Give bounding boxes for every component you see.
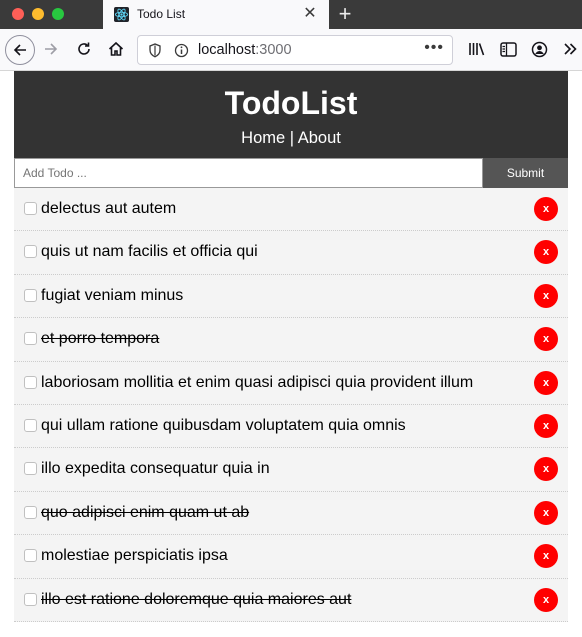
- todo-item: illo expedita consequatur quia in x: [14, 448, 568, 492]
- todo-checkbox[interactable]: [24, 549, 37, 563]
- todo-checkbox[interactable]: [24, 418, 37, 432]
- back-button[interactable]: [5, 35, 35, 65]
- todo-checkbox[interactable]: [24, 332, 37, 346]
- delete-todo-button[interactable]: x: [534, 370, 558, 395]
- url-bar[interactable]: localhost:3000 •••: [137, 35, 453, 65]
- info-icon[interactable]: [174, 43, 189, 58]
- todo-checkbox[interactable]: [24, 462, 37, 476]
- todo-item: quis ut nam facilis et officia qui x: [14, 231, 568, 275]
- add-todo-form: Submit: [14, 158, 568, 188]
- todo-item: et porro tempora x: [14, 318, 568, 362]
- nav-link-about[interactable]: About: [298, 129, 341, 147]
- delete-todo-button[interactable]: x: [534, 544, 558, 569]
- arrow-left-icon: [13, 44, 26, 56]
- add-todo-input[interactable]: [14, 158, 483, 188]
- todo-item: molestiae perspiciatis ipsa x: [14, 535, 568, 579]
- chevron-double-right-icon: [564, 43, 577, 55]
- app-title: TodoList: [224, 85, 358, 121]
- delete-todo-button[interactable]: x: [534, 500, 558, 525]
- todo-item: quo adipisci enim quam ut ab x: [14, 491, 568, 536]
- todo-title: et porro tempora: [41, 330, 160, 348]
- todo-checkbox[interactable]: [24, 202, 37, 215]
- delete-todo-button[interactable]: x: [534, 457, 558, 482]
- overflow-menu-button[interactable]: [556, 35, 582, 63]
- todo-title: laboriosam mollitia et enim quasi adipis…: [41, 373, 474, 391]
- tab-close-icon[interactable]: ✕: [301, 4, 319, 24]
- todo-title: quo adipisci enim quam ut ab: [41, 503, 250, 521]
- todo-checkbox[interactable]: [24, 245, 37, 259]
- todo-checkbox[interactable]: [24, 288, 37, 302]
- todo-item: qui ullam ratione quibusdam voluptatem q…: [14, 404, 568, 449]
- account-icon: [531, 41, 547, 57]
- delete-todo-button[interactable]: x: [534, 587, 558, 612]
- todo-item: fugiat veniam minus x: [14, 274, 568, 319]
- delete-todo-button[interactable]: x: [534, 283, 558, 308]
- browser-titlebar: Todo List ✕ +: [0, 0, 582, 29]
- sidebar-icon: [499, 41, 517, 57]
- url-text: localhost:3000: [198, 42, 292, 58]
- maximize-window-button[interactable]: [52, 8, 64, 20]
- url-host: localhost: [198, 42, 256, 58]
- forward-button[interactable]: [37, 35, 65, 63]
- header-nav: Home | About: [14, 128, 568, 148]
- todo-checkbox[interactable]: [24, 505, 37, 519]
- page-actions-menu-icon[interactable]: •••: [424, 39, 444, 57]
- library-button[interactable]: [463, 35, 491, 63]
- submit-button[interactable]: Submit: [483, 158, 568, 188]
- arrow-right-icon: [45, 43, 58, 55]
- todo-item: laboriosam mollitia et enim quasi adipis…: [14, 361, 568, 405]
- url-port: :3000: [255, 42, 292, 58]
- library-icon: [469, 43, 485, 56]
- reload-button[interactable]: [70, 35, 98, 63]
- nav-link-home[interactable]: Home: [241, 129, 285, 147]
- close-window-button[interactable]: [12, 8, 24, 20]
- new-tab-button[interactable]: +: [334, 2, 356, 26]
- nav-separator: |: [285, 129, 298, 147]
- todo-title: fugiat veniam minus: [41, 286, 184, 304]
- browser-toolbar: localhost:3000 •••: [0, 29, 582, 71]
- minimize-window-button[interactable]: [32, 8, 44, 20]
- delete-todo-button[interactable]: x: [534, 327, 558, 352]
- reload-icon: [78, 42, 90, 55]
- react-icon: [114, 7, 129, 22]
- delete-todo-button[interactable]: x: [534, 197, 558, 221]
- app-header: TodoList Home | About: [14, 71, 568, 158]
- todo-checkbox[interactable]: [24, 375, 37, 389]
- account-button[interactable]: [525, 35, 553, 63]
- browser-tab[interactable]: Todo List ✕: [103, 0, 329, 29]
- todo-title: molestiae perspiciatis ipsa: [41, 547, 228, 565]
- todo-item: delectus aut autem x: [14, 188, 568, 232]
- tab-title: Todo List: [137, 7, 186, 21]
- todo-title: illo est ratione doloremque quia maiores…: [41, 590, 352, 608]
- home-button[interactable]: [102, 35, 130, 63]
- todo-title: illo expedita consequatur quia in: [41, 460, 270, 478]
- todo-title: delectus aut autem: [41, 200, 177, 217]
- todo-title: quis ut nam facilis et officia qui: [41, 243, 258, 261]
- todo-title: qui ullam ratione quibusdam voluptatem q…: [41, 416, 406, 434]
- todo-checkbox[interactable]: [24, 592, 37, 606]
- todo-list: delectus aut autem x quis ut nam facilis e…: [14, 188, 568, 622]
- page-content: TodoList Home | About Submit delectus au…: [14, 71, 568, 622]
- shield-icon[interactable]: [148, 43, 162, 58]
- delete-todo-button[interactable]: x: [534, 413, 558, 438]
- home-icon: [108, 41, 124, 56]
- todo-item: illo est ratione doloremque quia maiores…: [14, 578, 568, 622]
- delete-todo-button[interactable]: x: [534, 240, 558, 265]
- sidebar-button[interactable]: [494, 35, 522, 63]
